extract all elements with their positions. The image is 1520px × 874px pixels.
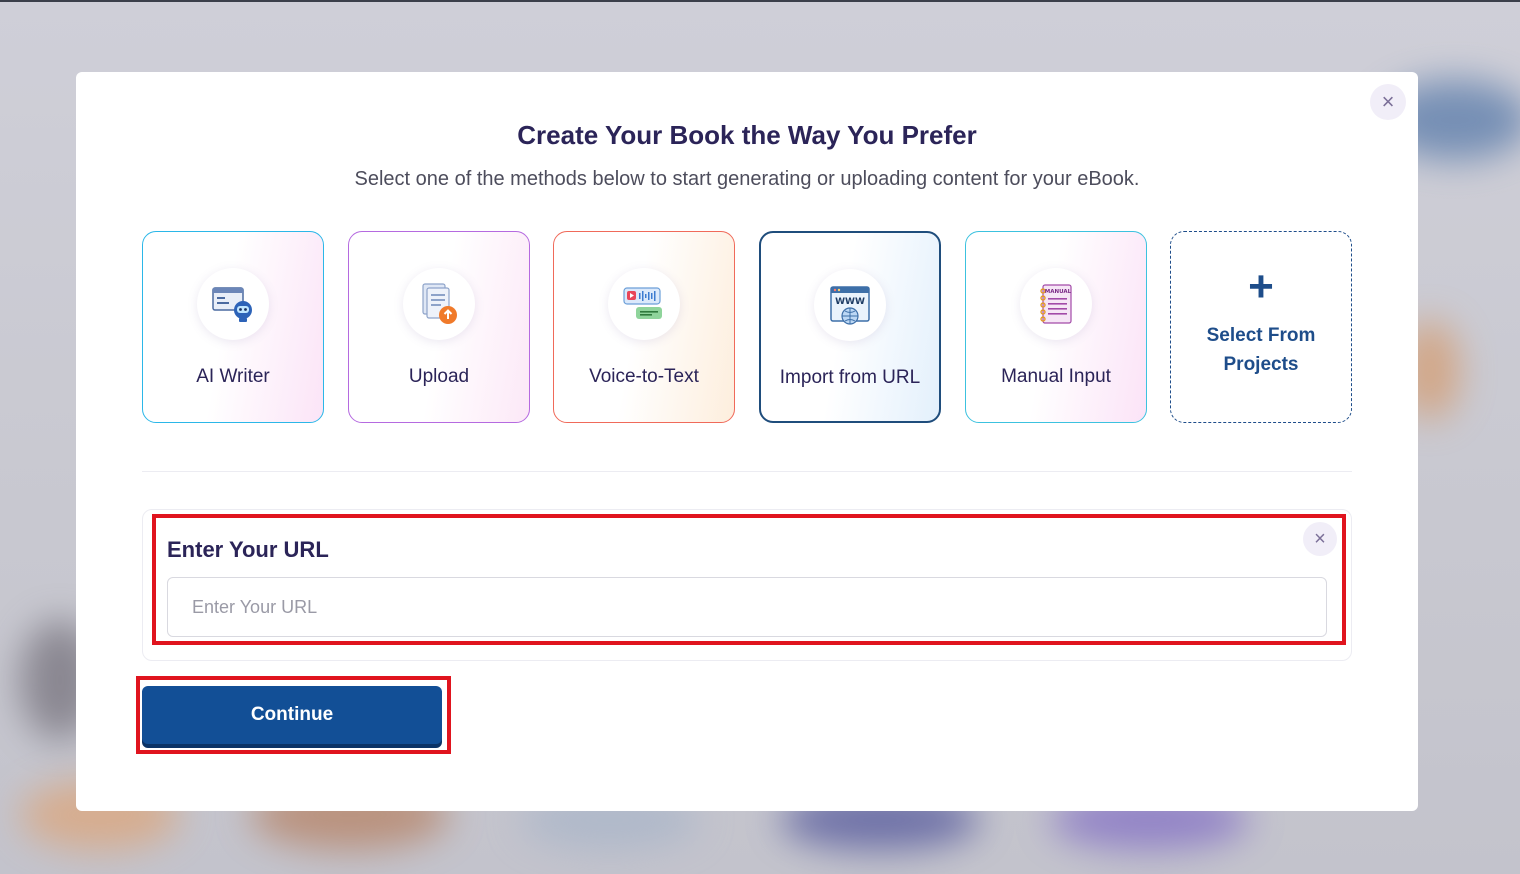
method-card-upload[interactable]: Upload — [348, 231, 530, 423]
method-cards: AI Writer Upload Voice-to-Text WWW Impor… — [142, 231, 1352, 423]
method-label: Select From Projects — [1206, 325, 1316, 375]
method-label: Manual Input — [1001, 366, 1111, 387]
url-section-close-button[interactable]: × — [1303, 522, 1337, 556]
www-globe-icon: WWW — [814, 269, 886, 341]
method-label: Voice-to-Text — [589, 366, 699, 387]
create-book-modal: × Create Your Book the Way You Prefer Se… — [76, 72, 1418, 811]
close-icon: × — [1381, 89, 1395, 114]
manual-icon-text: MANUAL — [1045, 289, 1072, 295]
method-card-manual-input[interactable]: MANUAL Manual Input — [965, 231, 1147, 423]
method-label: Import from URL — [779, 367, 921, 388]
continue-button[interactable]: Continue — [142, 686, 442, 744]
robot-writer-icon — [197, 268, 269, 340]
voice-chat-icon — [608, 268, 680, 340]
document-upload-icon — [403, 268, 475, 340]
url-input[interactable] — [167, 577, 1327, 637]
top-border — [0, 0, 1520, 2]
modal-title: Create Your Book the Way You Prefer — [517, 120, 977, 150]
modal-subtitle: Select one of the methods below to start… — [354, 168, 1140, 190]
svg-text:WWW: WWW — [835, 297, 865, 307]
method-card-ai-writer[interactable]: AI Writer — [142, 231, 324, 423]
method-label: AI Writer — [196, 366, 270, 387]
manual-notebook-icon: MANUAL — [1020, 268, 1092, 340]
close-icon: × — [1314, 527, 1326, 550]
plus-icon: + — [1248, 262, 1274, 311]
method-card-voice-to-text[interactable]: Voice-to-Text — [553, 231, 735, 423]
url-section-title: Enter Your URL — [167, 537, 329, 562]
section-divider — [142, 471, 1352, 472]
method-card-import-from-url[interactable]: WWW Import from URL — [759, 231, 941, 423]
modal-close-button[interactable]: × — [1370, 84, 1406, 120]
method-label: Upload — [408, 366, 470, 387]
method-card-select-from-projects[interactable]: + Select From Projects — [1170, 231, 1352, 423]
